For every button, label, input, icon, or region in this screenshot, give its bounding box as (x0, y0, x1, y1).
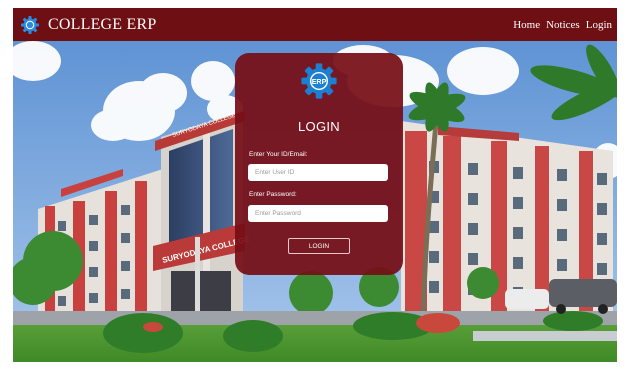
top-navbar: COLLEGE ERP Home Notices Login (13, 8, 617, 41)
main-nav: Home Notices Login (507, 8, 612, 41)
nav-login-link[interactable]: Login (586, 19, 612, 31)
login-card: ERP LOGIN Enter Your ID/Email: Enter Pas… (235, 53, 403, 275)
user-id-input[interactable] (248, 164, 388, 181)
brand[interactable]: COLLEGE ERP (20, 15, 156, 35)
logo-erp-text: ERP (312, 78, 327, 86)
password-input[interactable] (248, 205, 388, 222)
login-title: LOGIN (298, 119, 340, 134)
nav-notices-link[interactable]: Notices (546, 19, 580, 31)
login-button[interactable]: LOGIN (288, 238, 350, 254)
nav-home-link[interactable]: Home (513, 19, 540, 31)
brand-title: COLLEGE ERP (48, 15, 157, 33)
gear-erp-icon (21, 15, 39, 34)
gear-erp-logo-icon: ERP (301, 63, 337, 99)
page-frame: COLLEGE ERP Home Notices Login SURYODAYA… (13, 8, 617, 362)
user-id-label: Enter Your ID/Email: (249, 151, 308, 158)
password-label: Enter Password: (249, 191, 297, 198)
